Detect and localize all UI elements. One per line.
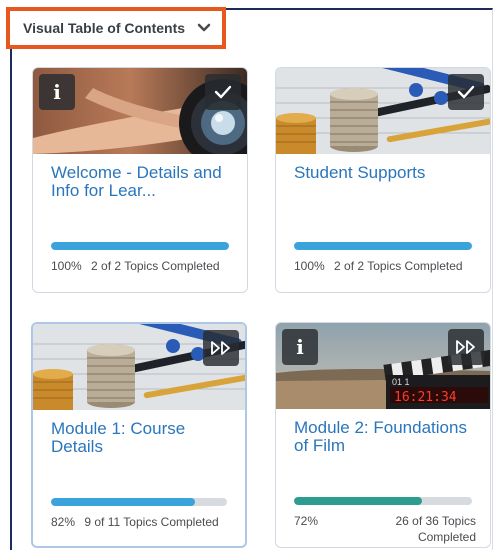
progress-percent: 100% [51,259,82,273]
module-card-course-details[interactable]: Module 1: Course Details 82% 9 of 11 Top… [31,322,247,548]
module-title[interactable]: Module 2: Foundations of Film [294,419,474,455]
progress-bar [51,242,229,250]
progress-stats: 82% 9 of 11 Topics Completed [51,514,231,530]
topics-completed: 2 of 2 Topics Completed [91,259,220,273]
progress-bar [294,242,472,250]
topics-completed: 26 of 36 Topics Completed [395,514,476,544]
svg-text:16:21:34: 16:21:34 [394,390,457,405]
progress-bar-fill [51,242,229,250]
visual-toc-title: Visual Table of Contents [23,20,186,36]
progress-bar [51,498,227,506]
skip-forward-icon[interactable] [448,329,484,365]
skip-forward-icon[interactable] [203,330,239,366]
progress-bar [294,497,472,505]
progress-stats: 72% 26 of 36 Topics Completed [294,513,476,545]
progress-bar-fill [294,242,472,250]
module-card-student-supports[interactable]: Student Supports 100% 2 of 2 Topics Comp… [275,67,491,293]
module-title[interactable]: Module 1: Course Details [51,420,229,456]
module-title[interactable]: Student Supports [294,164,474,182]
progress-stats: 100% 2 of 2 Topics Completed [294,258,476,274]
svg-text:01 1: 01 1 [392,377,410,387]
topics-completed: 9 of 11 Topics Completed [84,515,219,529]
checkmark-icon [448,74,484,110]
chevron-down-icon [196,20,212,36]
progress-percent: 72% [294,514,319,528]
visual-toc-dropdown[interactable]: Visual Table of Contents [6,7,226,49]
module-card-foundations-of-film[interactable]: 16:21:34 01 1 i Module 2: Foundations of… [275,322,491,548]
progress-bar-fill [51,498,196,506]
progress-bar-fill [294,497,423,505]
info-icon[interactable]: i [282,329,318,365]
progress-stats: 100% 2 of 2 Topics Completed [51,258,233,274]
progress-percent: 82% [51,515,76,529]
module-title[interactable]: Welcome - Details and Info for Lear... [51,164,231,200]
topics-completed: 2 of 2 Topics Completed [334,259,463,273]
module-card-welcome[interactable]: i Welcome - Details and Info for Lear...… [32,67,248,293]
progress-percent: 100% [294,259,325,273]
checkmark-icon [205,74,241,110]
info-icon[interactable]: i [39,74,75,110]
